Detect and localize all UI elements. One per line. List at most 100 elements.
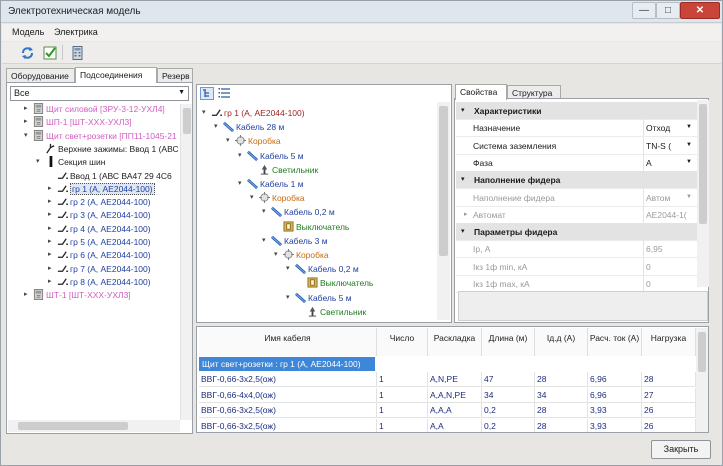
property-value[interactable]: 0 (646, 262, 696, 272)
table-group-row[interactable]: Щит свет+розетки : гр 1 (А, АЕ2044-100) (199, 357, 375, 371)
table-cell[interactable]: A,A,A (428, 403, 482, 418)
table-cell[interactable]: 28 (642, 372, 696, 387)
minimize-button[interactable]: — (632, 2, 656, 19)
table-cell[interactable]: 6,96 (588, 387, 642, 403)
table-cell[interactable]: 3,93 (588, 403, 642, 418)
expand-arrow-icon[interactable]: ▸ (48, 236, 52, 248)
expand-arrow-icon[interactable]: ▸ (24, 116, 28, 128)
expand-arrow-icon[interactable]: ▸ (24, 103, 28, 115)
property-row[interactable]: Назначение Отход ▼ (456, 119, 697, 138)
connections-tree-node[interactable]: ▸ гр 4 (А, АЕ2044-100) (7, 223, 179, 235)
connections-tree-node[interactable]: ▸ гр 7 (А, АЕ2044-100) (7, 263, 179, 275)
collapse-arrow-icon[interactable]: ▾ (202, 107, 206, 119)
expand-arrow-icon[interactable]: ▸ (48, 249, 52, 261)
property-row[interactable]: Система заземления TN-S (▼ (456, 136, 697, 155)
connections-tree-node[interactable]: ▾ Щит свет+розетки [ПП11-1045-21 (7, 129, 179, 142)
collapse-arrow-icon[interactable]: ▾ (238, 178, 242, 190)
collapse-arrow-icon[interactable]: ▾ (262, 206, 266, 218)
feeder-tree-node[interactable]: ▾ Кабель 5 м (197, 150, 435, 162)
table-cell[interactable]: 6,96 (588, 372, 642, 387)
connections-tree-node[interactable]: ▸ гр 6 (А, АЕ2044-100) (7, 249, 179, 261)
collapse-arrow-icon[interactable]: ▾ (262, 235, 266, 247)
property-row[interactable]: Iкз 1ф min, кА 0 (456, 257, 697, 276)
feeder-tree-node[interactable]: Светильник (197, 164, 435, 176)
collapse-arrow-icon[interactable]: ▾ (286, 292, 290, 304)
property-value[interactable]: 0 (646, 279, 696, 289)
feeder-tree-node[interactable]: ▾ гр 1 (А, АЕ2044-100) (197, 107, 435, 119)
table-cell[interactable]: ВВГ-0,66-4х4,0(ож) (199, 387, 377, 403)
table-cell[interactable]: ВВГ-0,66-3х2,5(ож) (199, 372, 377, 387)
connections-tree-node[interactable]: Ввод 1 (АВС ВА47 29 4С6 (7, 170, 179, 182)
tree-vertical-scrollbar[interactable] (437, 102, 450, 320)
table-cell[interactable]: A,A (428, 418, 482, 432)
table-cell[interactable]: 0,2 (482, 403, 535, 418)
list-view-icon[interactable] (218, 87, 232, 100)
chevron-down-icon[interactable]: ▼ (686, 142, 692, 148)
connections-tree-node[interactable]: ▾ Секция шин (7, 156, 179, 168)
table-cell[interactable]: 1 (377, 403, 428, 418)
tab-properties[interactable]: Свойства (455, 84, 507, 100)
expand-arrow-icon[interactable]: ▸ (48, 276, 52, 288)
tree-view-icon[interactable] (200, 87, 214, 100)
left-vertical-scrollbar[interactable] (180, 104, 192, 420)
maximize-button[interactable]: □ (656, 2, 680, 19)
expand-arrow-icon[interactable]: ▸ (48, 263, 52, 275)
table-cell[interactable]: 26 (642, 403, 696, 418)
feeder-tree-node[interactable]: ▾ Кабель 3 м (197, 235, 435, 247)
collapse-arrow-icon[interactable]: ▾ (214, 121, 218, 133)
calculator-icon[interactable] (70, 46, 85, 60)
feeder-tree-node[interactable]: Выключатель (197, 277, 435, 289)
table-cell[interactable]: 28 (535, 418, 588, 432)
feeder-tree-node[interactable]: ▾ Кабель 1 м (197, 178, 435, 190)
connections-tree-node[interactable]: ▸ гр 8 (А, АЕ2044-100) (7, 276, 179, 288)
property-row[interactable]: Фаза А ▼ (456, 153, 697, 172)
table-cell[interactable]: 28 (535, 372, 588, 387)
collapse-arrow-icon[interactable]: ▾ (461, 227, 465, 235)
table-cell[interactable]: 1 (377, 372, 428, 387)
collapse-arrow-icon[interactable]: ▾ (250, 192, 254, 204)
table-vertical-scrollbar[interactable] (696, 328, 708, 432)
menu-electrics[interactable]: Электрика (54, 27, 98, 37)
filter-dropdown[interactable]: Все ▼ (10, 86, 189, 101)
property-category[interactable]: ▾ Параметры фидера (456, 223, 697, 242)
table-cell[interactable]: A,A,N,PE (428, 387, 482, 403)
scroll-thumb[interactable] (698, 332, 706, 372)
property-value[interactable]: АЕ2044-1( (646, 210, 696, 220)
column-header[interactable]: Расч. ток (А) (588, 328, 642, 356)
tab-equipment[interactable]: Оборудование (6, 68, 75, 83)
table-cell[interactable]: 34 (482, 387, 535, 403)
table-cell[interactable]: ВВГ-0,66-3х2,5(ож) (199, 418, 377, 432)
property-row[interactable]: ▸ Автомат АЕ2044-1( (456, 205, 697, 224)
expand-arrow-icon[interactable]: ▸ (48, 196, 52, 208)
feeder-tree-node[interactable]: ▾ Коробка (197, 135, 435, 147)
connections-tree-node[interactable]: ▸ гр 5 (А, АЕ2044-100) (7, 236, 179, 248)
feeder-tree-node[interactable]: ▾ Кабель 0,2 м (197, 206, 435, 218)
table-cell[interactable]: 27 (642, 387, 696, 403)
table-cell[interactable]: A,N,PE (428, 372, 482, 387)
collapse-arrow-icon[interactable]: ▾ (238, 150, 242, 162)
table-cell[interactable]: 47 (482, 372, 535, 387)
table-cell[interactable]: 3,93 (588, 418, 642, 432)
property-category[interactable]: ▾ Наполнение фидера (456, 171, 697, 190)
close-button[interactable]: Закрыть (651, 440, 711, 459)
tab-connections[interactable]: Подсоединения (75, 67, 157, 83)
property-category[interactable]: ▾ Характеристики (456, 102, 697, 120)
feeder-tree-node[interactable]: Выключатель (197, 221, 435, 233)
property-vertical-scrollbar[interactable] (697, 100, 709, 287)
column-header[interactable]: Iд.д (А) (535, 328, 588, 356)
scroll-thumb[interactable] (18, 422, 128, 430)
table-cell[interactable]: 26 (642, 418, 696, 432)
table-cell[interactable]: 0,2 (482, 418, 535, 432)
connections-tree-node[interactable]: ▸ гр 2 (А, АЕ2044-100) (7, 196, 179, 208)
table-cell[interactable]: 28 (535, 403, 588, 418)
connections-tree-node[interactable]: ▸ ШТ-1 [ШТ-ХХХ-УХЛ3] (7, 289, 179, 301)
table-cell[interactable]: 34 (535, 387, 588, 403)
connections-tree-node[interactable]: ▸ Щит силовой [ЗРУ-3-12-УХЛ4] (7, 103, 179, 115)
property-value[interactable]: 6,95 (646, 244, 696, 254)
feeder-tree-node[interactable]: ▾ Коробка (197, 192, 435, 204)
column-header[interactable]: Имя кабеля (199, 328, 377, 356)
connections-tree-node[interactable]: ▸ гр 3 (А, АЕ2044-100) (7, 209, 179, 221)
scroll-thumb[interactable] (183, 108, 191, 134)
scroll-thumb[interactable] (439, 106, 448, 256)
menu-model[interactable]: Модель (12, 27, 44, 37)
